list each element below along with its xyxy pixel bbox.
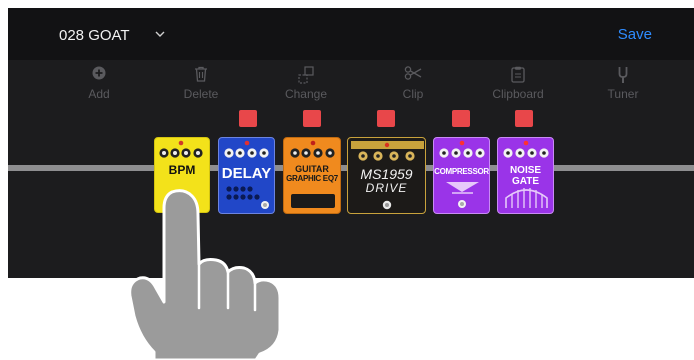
ms1959-drive-pedal[interactable]: MS1959 DRIVE	[347, 137, 426, 214]
swap-icon	[271, 66, 341, 84]
pedal-label-line2: GATE	[511, 176, 540, 187]
clip-button[interactable]: Clip	[378, 66, 448, 101]
compressor-toggle[interactable]	[452, 110, 470, 127]
save-button[interactable]: Save	[618, 26, 652, 43]
graphic-eq-pedal[interactable]: GUITAR GRAPHIC EQ7	[283, 137, 341, 214]
tuning-fork-icon	[588, 66, 658, 84]
clipboard-icon	[483, 66, 553, 84]
change-label: Change	[284, 87, 328, 101]
top-bar: 028 GOAT Save	[8, 8, 694, 60]
plus-circle-icon	[64, 66, 134, 84]
delete-label: Delete	[183, 87, 219, 101]
pedal-label-line1: NOISE	[509, 165, 542, 176]
trash-icon	[166, 66, 236, 84]
pedal-label-line1: GUITAR	[295, 164, 329, 174]
clipboard-button[interactable]: Clipboard	[483, 66, 553, 101]
delay-toggle[interactable]	[239, 110, 257, 127]
tuner-label: Tuner	[607, 87, 639, 101]
pedal-label-line2: GRAPHIC EQ7	[286, 174, 338, 183]
noise-gate-pedal[interactable]: NOISE GATE	[497, 137, 554, 214]
compressor-pedal[interactable]: COMPRESSOR	[433, 137, 490, 214]
add-label: Add	[88, 87, 110, 101]
preset-name[interactable]: 028 GOAT	[59, 27, 130, 44]
add-button[interactable]: Add	[64, 66, 134, 101]
pedal-label-line2: DRIVE	[365, 181, 408, 195]
noise-gate-toggle[interactable]	[515, 110, 533, 127]
app-window: 028 GOAT Save Add Delete Change Clip Cli	[8, 8, 694, 278]
tap-hand-icon	[128, 189, 282, 360]
graphic-eq-toggle[interactable]	[303, 110, 321, 127]
change-button[interactable]: Change	[271, 66, 341, 101]
pedal-label: COMPRESSOR	[434, 167, 489, 176]
scissors-icon	[378, 66, 448, 84]
clipboard-label: Clipboard	[492, 87, 544, 101]
tuner-button[interactable]: Tuner	[588, 66, 658, 101]
drive-toggle[interactable]	[377, 110, 395, 127]
clip-label: Clip	[402, 87, 424, 101]
pedal-label: BPM	[168, 163, 196, 177]
pedal-label: DELAY	[221, 165, 272, 182]
pedal-label-line1: MS1959	[360, 166, 413, 182]
delete-button[interactable]: Delete	[166, 66, 236, 101]
chevron-down-icon[interactable]	[154, 27, 166, 45]
